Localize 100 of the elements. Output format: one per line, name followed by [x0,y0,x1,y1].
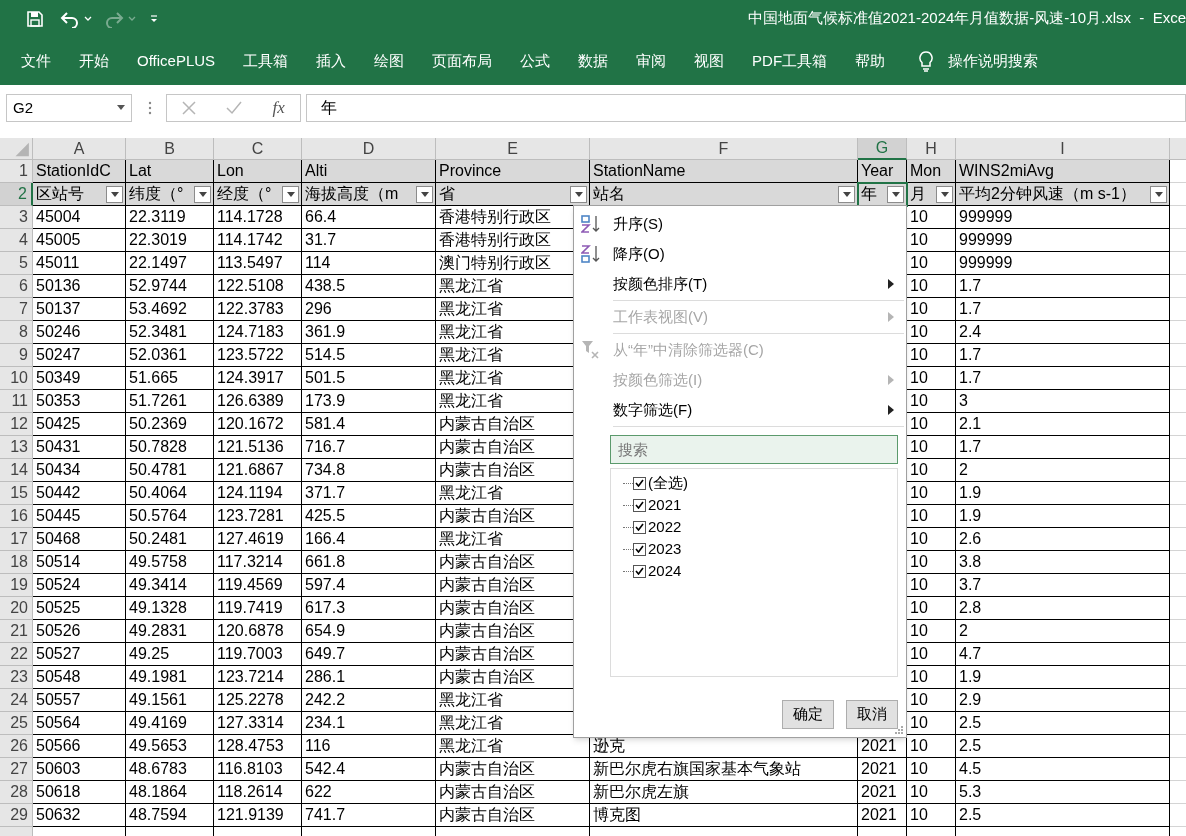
row-header[interactable]: 3 [0,206,33,229]
row-header[interactable]: 29 [0,804,33,827]
row-header[interactable]: 14 [0,459,33,482]
row-header[interactable]: 21 [0,620,33,643]
checkbox[interactable] [633,520,646,534]
ribbon-tab[interactable]: 视图 [687,45,732,77]
row-header[interactable]: 13 [0,436,33,459]
checkbox-label[interactable]: 2024 [648,559,682,583]
table-cell-text: 66.4 [304,207,338,227]
ribbon-tab[interactable]: 页面布局 [425,45,500,77]
insert-function-button[interactable]: fx [272,95,285,121]
row-header[interactable]: 7 [0,298,33,321]
filter-dropdown-button[interactable] [570,185,587,203]
caret-icon[interactable] [84,15,92,22]
checkbox[interactable] [633,476,646,490]
row-header[interactable]: 24 [0,689,33,712]
row-header[interactable]: 11 [0,390,33,413]
row-header[interactable]: 4 [0,229,33,252]
menu-item[interactable]: 降序(O) [574,239,906,269]
row-header[interactable]: 28 [0,781,33,804]
row-header[interactable]: 22 [0,643,33,666]
row-header[interactable]: 6 [0,275,33,298]
column-title: 区站号 [35,184,85,204]
checkbox-label[interactable]: (全选) [648,471,688,495]
filter-dropdown-button[interactable] [936,185,953,203]
filter-dropdown-button[interactable] [106,185,123,203]
menu-item[interactable]: 按颜色排序(T) [574,269,906,299]
checkbox[interactable] [633,564,646,578]
filter-dropdown-button[interactable] [194,185,211,203]
table-cell-text: 119.7003 [216,644,284,664]
formula-input-field[interactable]: 年 [306,94,1186,122]
table-cell-text: 2.4 [958,322,983,342]
row-header[interactable]: 9 [0,344,33,367]
table-cell-text: 10 [909,667,929,687]
table-cell-text: 50353 [35,391,82,411]
ribbon-tab[interactable]: 帮助 [848,45,893,77]
submenu-arrow-icon [888,279,894,289]
row-header[interactable]: 5 [0,252,33,275]
table-cell-text: 黑龙江省 [438,299,504,319]
table-cell-text: 50514 [35,552,82,572]
checkbox-label[interactable]: 2023 [648,537,682,561]
row-header[interactable]: 2 [0,183,33,206]
dialog-button[interactable]: 确定 [782,700,834,729]
row-header[interactable]: 18 [0,551,33,574]
table-cell-text: 10 [909,690,929,710]
row-header[interactable]: 26 [0,735,33,758]
search-field[interactable]: 搜索 [610,435,898,464]
row-header[interactable]: 8 [0,321,33,344]
ribbon-tab[interactable]: 绘图 [367,45,412,77]
table-cell-text: 741.7 [304,805,347,825]
active-cell[interactable]: 年 [858,183,907,206]
row-header[interactable]: 15 [0,482,33,505]
filter-dropdown-button[interactable] [282,185,299,203]
ribbon-tab[interactable]: 数据 [571,45,616,77]
ribbon-tab[interactable]: 工具箱 [236,45,296,77]
checkbox-label[interactable]: 2022 [648,515,682,539]
row-header[interactable]: 20 [0,597,33,620]
row-header[interactable]: 27 [0,758,33,781]
resize-grip-icon[interactable] [895,726,903,734]
row-header[interactable]: 17 [0,528,33,551]
ribbon-tab[interactable]: 审阅 [629,45,674,77]
filter-dropdown-button[interactable] [1150,185,1167,203]
lightbulb-icon[interactable] [918,50,935,72]
ribbon-tab[interactable]: 开始 [72,45,116,77]
checkbox-label[interactable]: 2021 [648,493,682,517]
filter-dropdown-button[interactable] [416,185,433,203]
row-header[interactable]: 25 [0,712,33,735]
menu-item[interactable]: 数字筛选(F) [574,395,906,425]
ribbon-tab[interactable]: 插入 [309,45,354,77]
save-icon[interactable] [26,9,44,28]
table-cell-text: 50425 [35,414,82,434]
row-header[interactable]: 1 [0,160,33,183]
dialog-button[interactable]: 取消 [846,700,898,729]
menu-item[interactable]: 升序(S) [574,209,906,239]
table-cell-text: 45005 [35,230,82,250]
table-cell-text: 114 [304,253,332,273]
checkbox[interactable] [633,542,646,556]
table-cell-text: 125.2278 [216,690,285,710]
row-header[interactable]: 12 [0,413,33,436]
column-header[interactable]: G [858,138,907,160]
row-header[interactable]: 10 [0,367,33,390]
row-header[interactable]: 23 [0,666,33,689]
checkbox[interactable] [633,498,646,512]
column-title: 海拔高度（m [304,184,400,204]
undo-icon[interactable] [60,9,80,28]
table-cell-text: 50632 [35,805,82,825]
ribbon-tab[interactable]: 公式 [513,45,558,77]
table-cell-text: 新巴尔虎左旗 [592,782,690,802]
row-header[interactable]: 16 [0,505,33,528]
table-cell-text: 黑龙江省 [438,322,504,342]
ribbon-tab[interactable]: PDF工具箱 [745,45,835,77]
row-header[interactable]: 19 [0,574,33,597]
name-box[interactable]: G2 [6,94,132,122]
customize-icon[interactable] [150,14,158,23]
table-cell-text: 内蒙古自治区 [438,598,536,618]
filter-dropdown-button[interactable] [887,185,904,203]
tell-me-search[interactable]: 操作说明搜索 [948,49,1039,73]
ribbon-tab[interactable]: OfficePLUS [130,45,223,77]
filter-dropdown-button[interactable] [838,185,855,203]
ribbon-tab[interactable]: 文件 [14,45,58,77]
